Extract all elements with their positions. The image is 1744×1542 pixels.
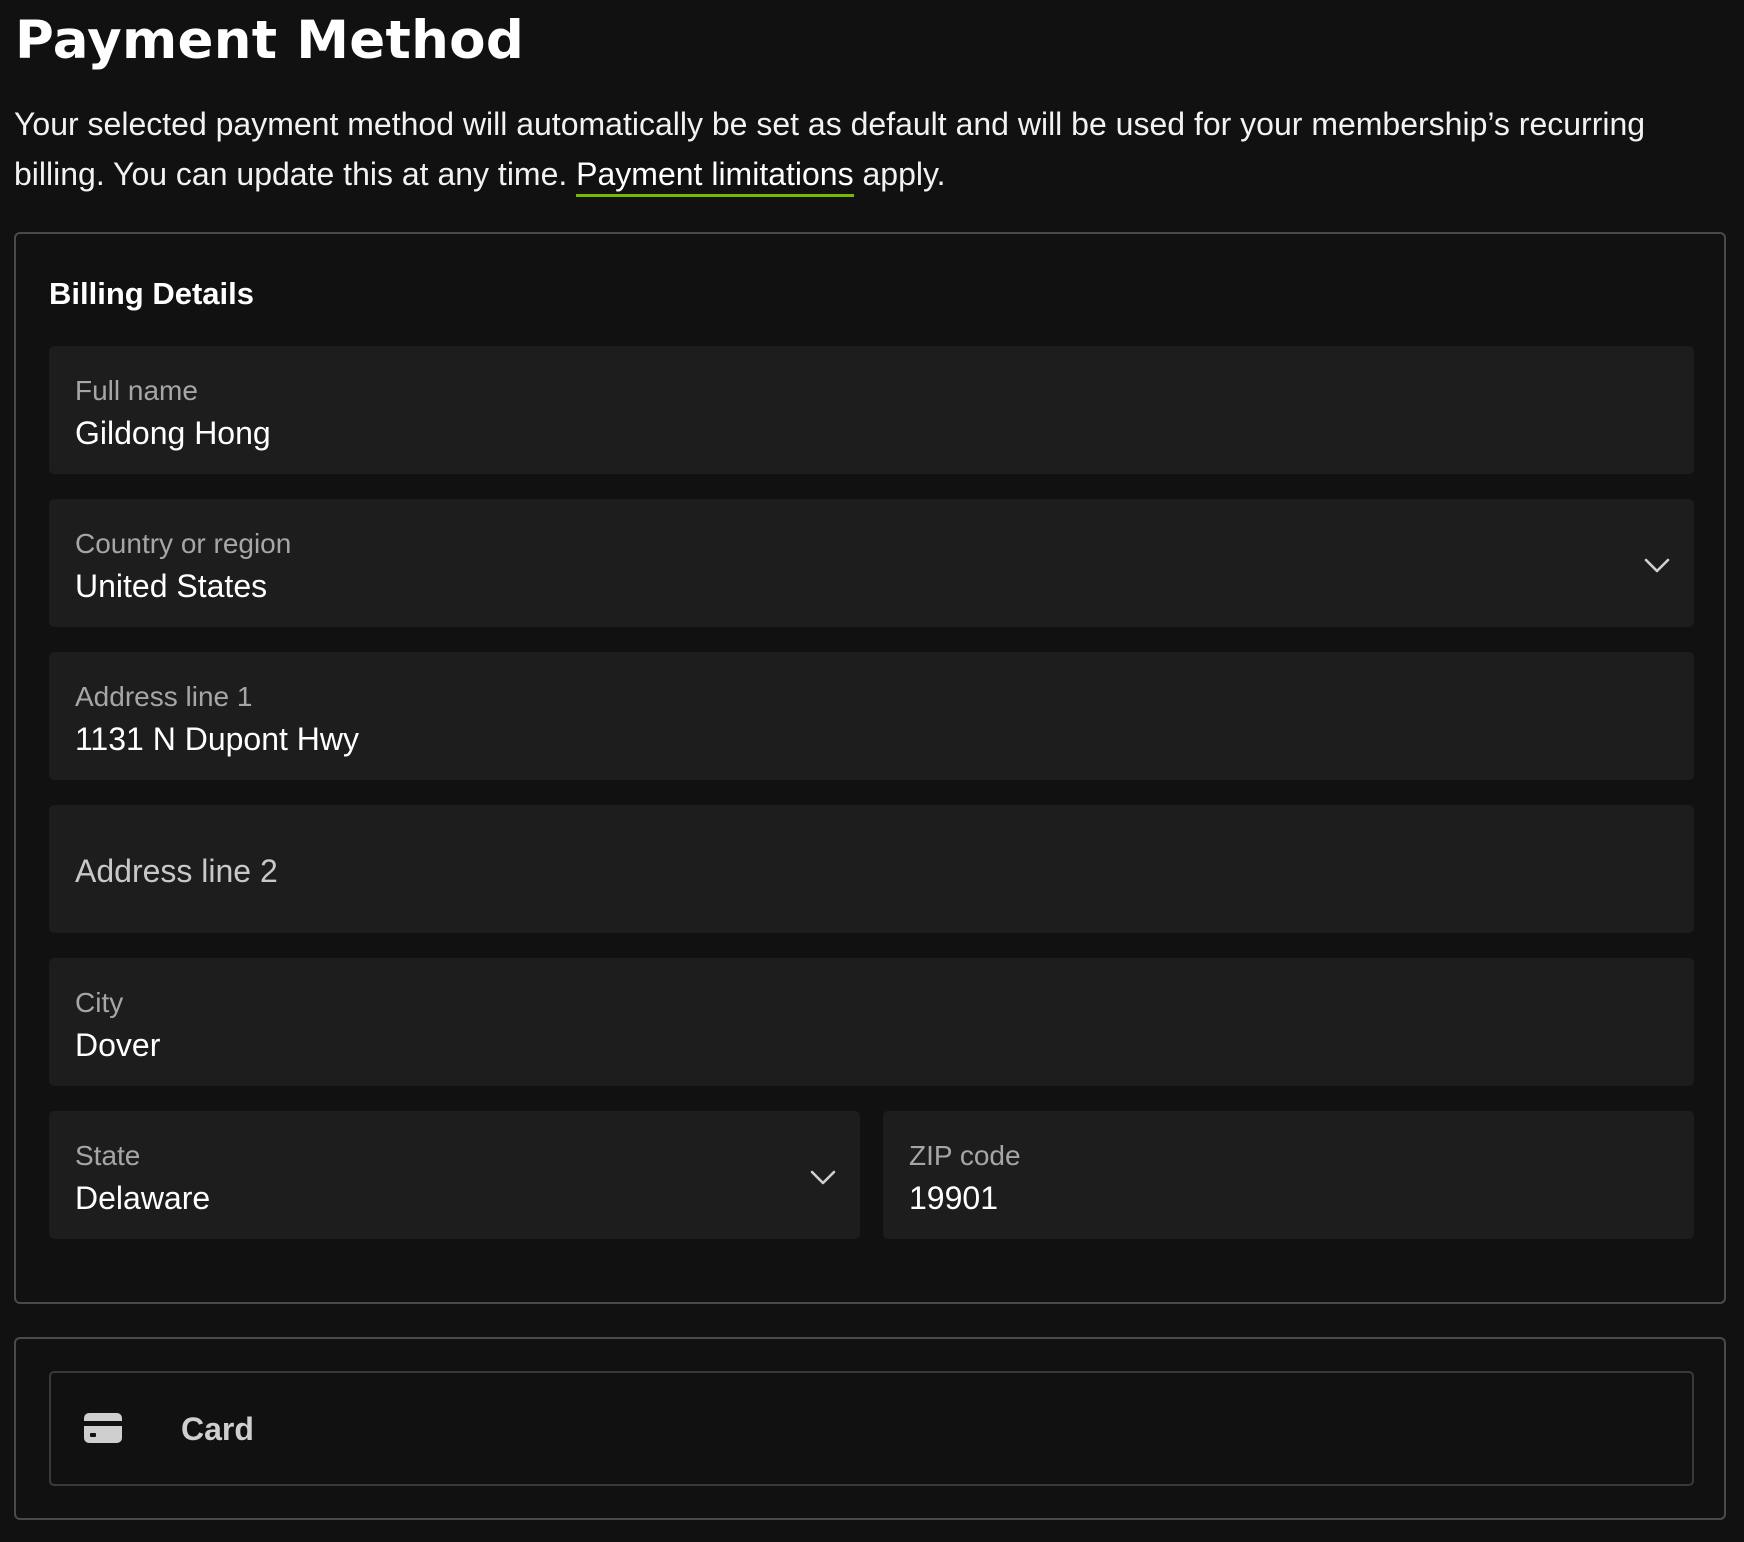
credit-card-icon: [84, 1413, 122, 1443]
address-line-1-label: Address line 1: [75, 681, 253, 712]
state-select[interactable]: State Delaware: [49, 1111, 860, 1239]
page-title: Payment Method: [15, 10, 525, 71]
full-name-field[interactable]: Full name Gildong Hong: [49, 346, 1694, 474]
chevron-down-icon: [810, 1170, 836, 1185]
zip-code-label: ZIP code: [909, 1140, 1021, 1171]
city-value: Dover: [75, 1027, 161, 1063]
billing-details-title: Billing Details: [49, 276, 254, 311]
payment-method-panel: Card: [14, 1337, 1726, 1520]
full-name-value: Gildong Hong: [75, 415, 271, 451]
state-label: State: [75, 1140, 141, 1171]
address-line-2-placeholder: Address line 2: [75, 853, 278, 889]
city-field[interactable]: City Dover: [49, 958, 1694, 1086]
billing-details-panel: Billing Details Full name Gildong Hong C…: [14, 232, 1726, 1304]
full-name-label: Full name: [75, 375, 198, 406]
country-label: Country or region: [75, 528, 292, 559]
country-value: United States: [75, 568, 268, 604]
card-payment-option[interactable]: Card: [49, 1371, 1694, 1486]
intro-suffix: apply.: [862, 156, 946, 192]
address-line-1-value: 1131 N Dupont Hwy: [75, 721, 359, 757]
chevron-down-icon: [1644, 558, 1670, 573]
payment-limitations-link[interactable]: Payment limitations: [576, 156, 854, 197]
address-line-1-field[interactable]: Address line 1 1131 N Dupont Hwy: [49, 652, 1694, 780]
state-value: Delaware: [75, 1180, 211, 1216]
country-select[interactable]: Country or region United States: [49, 499, 1694, 627]
city-label: City: [75, 987, 124, 1018]
card-label: Card: [181, 1411, 254, 1447]
intro-text: Your selected payment method will automa…: [14, 99, 1704, 199]
zip-code-value: 19901: [909, 1180, 998, 1216]
address-line-2-field[interactable]: Address line 2: [49, 805, 1694, 933]
zip-code-field[interactable]: ZIP code 19901: [883, 1111, 1694, 1239]
